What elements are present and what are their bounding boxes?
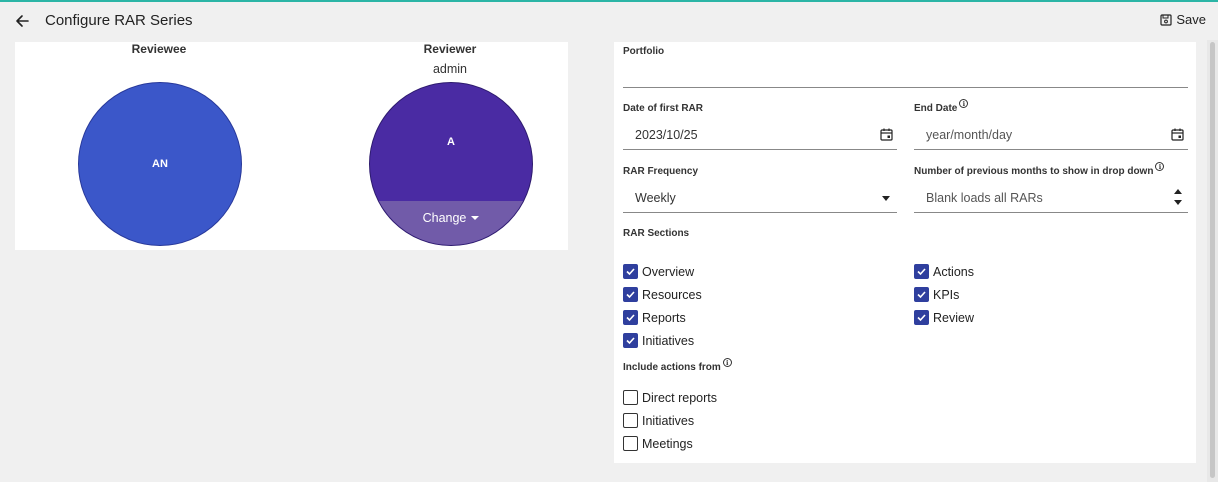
section-checkbox-kpis[interactable]: KPIs <box>914 287 959 302</box>
save-button[interactable]: Save <box>1160 12 1206 27</box>
include-checkbox-meetings[interactable]: Meetings <box>623 436 693 451</box>
section-checkbox-reports[interactable]: Reports <box>623 310 686 325</box>
caret-down-icon <box>471 216 480 220</box>
reviewer-initials: A <box>447 136 455 148</box>
check-icon <box>626 291 635 299</box>
checkbox[interactable] <box>623 436 638 451</box>
spin-down-icon[interactable] <box>1174 200 1182 205</box>
frequency-select[interactable]: Weekly <box>623 185 897 212</box>
participants-panel: Reviewee AN Reviewer admin A Change <box>15 42 568 250</box>
checkbox-label: Resources <box>642 287 702 302</box>
include-label: Include actions from i <box>623 358 732 373</box>
reviewer-name: admin <box>432 62 468 76</box>
include-checkbox-initiatives[interactable]: Initiatives <box>623 413 694 428</box>
dropdown-arrow-icon <box>882 196 890 201</box>
section-checkbox-overview[interactable]: Overview <box>623 264 694 279</box>
checkbox[interactable] <box>623 264 638 279</box>
reviewer-label: Reviewer <box>423 42 477 56</box>
checkbox-label: Review <box>933 310 974 325</box>
info-icon[interactable]: i <box>1155 162 1165 171</box>
save-label: Save <box>1176 12 1206 27</box>
portfolio-underline <box>623 87 1188 88</box>
check-icon <box>626 337 635 345</box>
change-label: Change <box>422 211 467 225</box>
checkbox[interactable] <box>623 390 638 405</box>
floppy-disk-icon <box>1160 13 1172 26</box>
checkbox-label: Direct reports <box>642 390 718 405</box>
section-checkbox-initiatives[interactable]: Initiatives <box>623 333 694 348</box>
date-first-value: 2023/10/25 <box>635 128 698 142</box>
reviewer-avatar: A Change <box>369 82 533 246</box>
section-checkbox-resources[interactable]: Resources <box>623 287 702 302</box>
date-first-input[interactable]: 2023/10/25 <box>623 122 897 149</box>
date-first-label-text: Date of first RAR <box>623 103 704 114</box>
arrow-left-icon <box>16 15 29 27</box>
end-date-placeholder: year/month/day <box>926 128 1013 142</box>
reviewee-label: Reviewee <box>131 42 187 56</box>
frequency-underline <box>623 212 897 213</box>
settings-panel: Portfolio Date of first RAR 2023/10/25 E… <box>614 42 1196 463</box>
check-icon <box>917 314 926 322</box>
prev-months-label: Number of previous months to show in dro… <box>914 162 1165 177</box>
include-label-text: Include actions from <box>623 362 721 373</box>
sections-label-text: RAR Sections <box>623 228 690 239</box>
end-date-underline <box>914 149 1188 150</box>
frequency-label-text: RAR Frequency <box>623 166 699 177</box>
date-first-label: Date of first RAR <box>623 103 703 114</box>
vertical-scrollbar[interactable] <box>1207 40 1218 482</box>
portfolio-label: Portfolio <box>623 46 664 57</box>
checkbox-label: Actions <box>933 264 974 279</box>
prev-months-label-text: Number of previous months to show in dro… <box>914 166 1154 177</box>
back-button[interactable] <box>10 9 34 33</box>
section-checkbox-review[interactable]: Review <box>914 310 974 325</box>
number-spinner[interactable] <box>1173 188 1183 208</box>
date-first-underline <box>623 149 897 150</box>
checkbox-label: Initiatives <box>642 333 695 348</box>
checkbox[interactable] <box>914 287 929 302</box>
checkbox-label: Reports <box>642 310 686 325</box>
calendar-icon[interactable] <box>880 128 893 141</box>
check-icon <box>917 268 926 276</box>
section-checkbox-actions[interactable]: Actions <box>914 264 974 279</box>
spin-up-icon[interactable] <box>1174 189 1182 194</box>
end-date-label: End Date i <box>914 99 969 114</box>
checkbox-label: Meetings <box>642 436 693 451</box>
include-checkbox-direct-reports[interactable]: Direct reports <box>623 390 717 405</box>
info-icon[interactable]: i <box>722 358 732 367</box>
checkbox-label: KPIs <box>933 287 960 302</box>
portfolio-label-text: Portfolio <box>623 46 665 57</box>
prev-months-placeholder: Blank loads all RARs <box>926 191 1043 205</box>
change-reviewer-button[interactable]: Change <box>370 201 532 245</box>
check-icon <box>626 314 635 322</box>
frequency-label: RAR Frequency <box>623 166 698 177</box>
portfolio-field[interactable] <box>623 62 1188 87</box>
reviewee-initials: AN <box>152 158 168 170</box>
checkbox[interactable] <box>914 310 929 325</box>
prev-months-underline <box>914 212 1188 213</box>
checkbox-label: Overview <box>642 264 695 279</box>
check-icon <box>626 268 635 276</box>
page-title: Configure RAR Series <box>45 12 193 29</box>
checkbox[interactable] <box>623 287 638 302</box>
header: Configure RAR Series Save <box>0 2 1218 40</box>
checkbox[interactable] <box>623 413 638 428</box>
reviewee-avatar: AN <box>78 82 242 246</box>
checkbox-label: Initiatives <box>642 413 695 428</box>
scrollbar-thumb[interactable] <box>1210 42 1215 478</box>
sections-label: RAR Sections <box>623 228 689 239</box>
checkbox[interactable] <box>914 264 929 279</box>
check-icon <box>917 291 926 299</box>
end-date-input[interactable]: year/month/day <box>914 122 1188 149</box>
checkbox[interactable] <box>623 310 638 325</box>
frequency-value: Weekly <box>635 191 676 205</box>
calendar-icon[interactable] <box>1171 128 1184 141</box>
end-date-label-text: End Date <box>914 103 958 114</box>
info-icon[interactable]: i <box>959 99 969 108</box>
prev-months-input[interactable]: Blank loads all RARs <box>914 185 1188 212</box>
checkbox[interactable] <box>623 333 638 348</box>
